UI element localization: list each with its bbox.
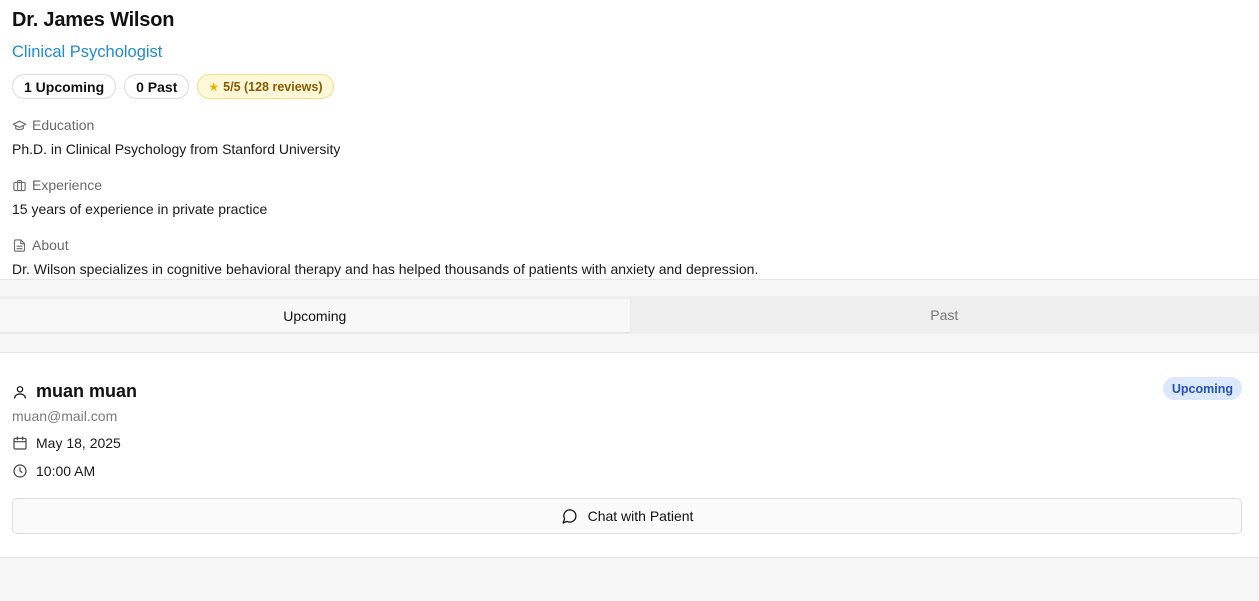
experience-heading: Experience: [12, 177, 102, 193]
appointment-card: muan muan Upcoming muan@mail.com May 18,…: [0, 352, 1259, 558]
briefcase-icon: [13, 179, 26, 191]
about-label: About: [32, 237, 69, 253]
appointment-time: 10:00 AM: [36, 463, 96, 479]
rating-text: 5/5 (128 reviews): [223, 79, 323, 94]
rating-badge: ★ 5/5 (128 reviews): [197, 74, 334, 99]
patient-email: muan@mail.com: [12, 408, 118, 424]
appointment-date: May 18, 2025: [36, 435, 121, 451]
user-icon: [14, 385, 26, 399]
education-text: Ph.D. in Clinical Psychology from Stanfo…: [12, 141, 341, 157]
doctor-title: Clinical Psychologist: [12, 43, 163, 61]
document-icon: [13, 238, 26, 252]
appointment-tabs: Upcoming Past: [0, 296, 1259, 334]
message-circle-icon: [562, 508, 577, 524]
education-label: Education: [32, 117, 95, 133]
patient-header: muan muan: [12, 381, 137, 402]
stats-badges: 1 Upcoming 0 Past ★ 5/5 (128 reviews): [12, 74, 334, 99]
doctor-name: Dr. James Wilson: [12, 9, 175, 31]
past-count-badge: 0 Past: [124, 74, 190, 99]
status-badge: Upcoming: [1162, 377, 1242, 400]
education-heading: Education: [12, 117, 94, 133]
tab-upcoming[interactable]: Upcoming: [0, 299, 630, 332]
clock-icon: [13, 464, 27, 478]
patient-name: muan muan: [36, 381, 138, 401]
tab-past[interactable]: Past: [630, 296, 1259, 334]
appointment-date-row: May 18, 2025: [12, 435, 121, 451]
graduation-cap-icon: [12, 120, 27, 130]
about-text: Dr. Wilson specializes in cognitive beha…: [12, 261, 759, 277]
appointment-time-row: 10:00 AM: [12, 463, 95, 479]
star-icon: ★: [208, 79, 220, 94]
chat-button-label: Chat with Patient: [587, 508, 694, 524]
about-heading: About: [12, 237, 69, 253]
upcoming-count-badge: 1 Upcoming: [12, 74, 117, 99]
calendar-icon: [13, 436, 27, 450]
experience-text: 15 years of experience in private practi…: [12, 201, 268, 217]
doctor-profile: Dr. James Wilson Clinical Psychologist 1…: [0, 0, 1259, 280]
experience-label: Experience: [32, 177, 103, 193]
chat-with-patient-button[interactable]: Chat with Patient: [12, 498, 1242, 534]
